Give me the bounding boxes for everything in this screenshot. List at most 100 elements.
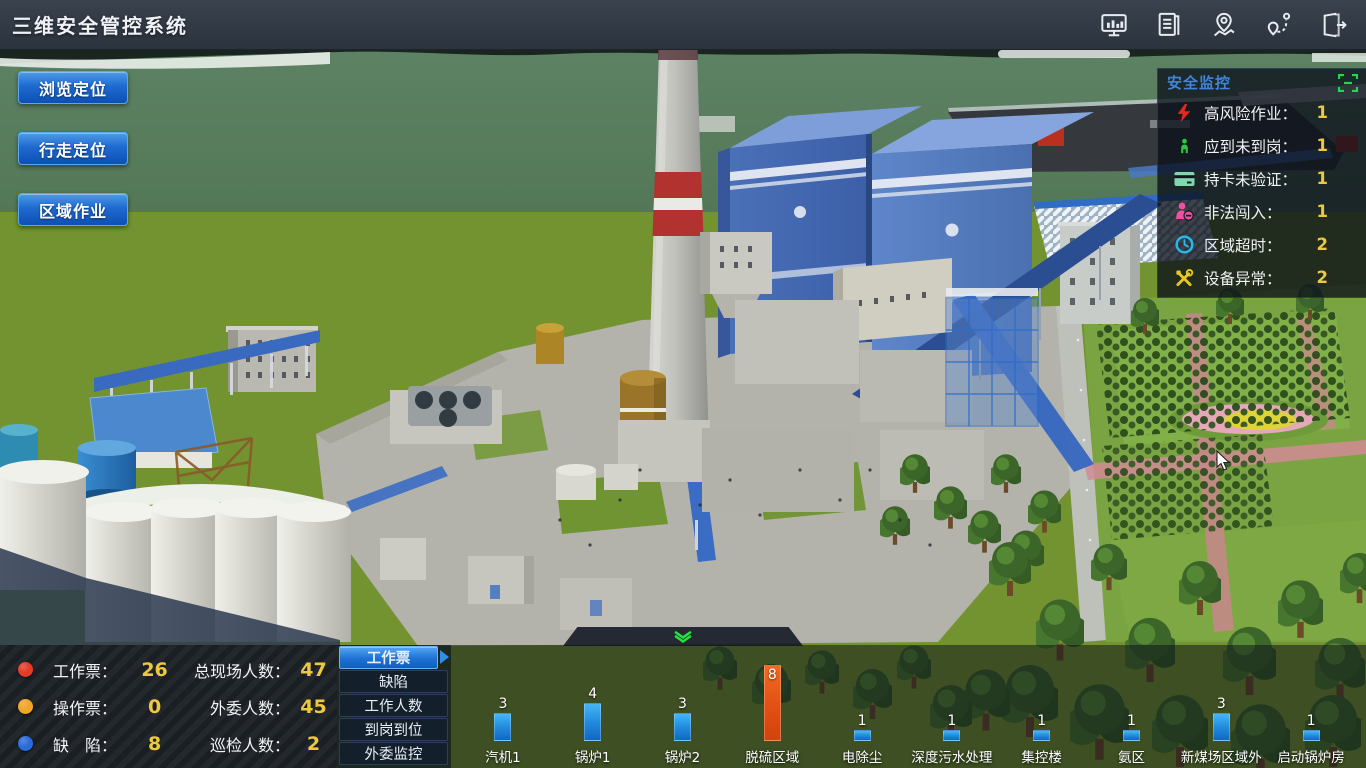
stats-label: 工作票： (53, 658, 130, 682)
bar-category-label: 新煤场区域外 (1181, 746, 1262, 764)
bar-value-label: 1 (947, 713, 956, 729)
tab-工作人数[interactable]: 工作人数 (339, 694, 448, 718)
safety-row-value: 1 (1317, 136, 1328, 155)
safety-row-value: 1 (1317, 202, 1328, 221)
site-stats-panel: 工作票：26总现场人数：47 操作票：0外委人数：45 缺 陷：8巡检人数：2 (0, 645, 337, 768)
bar-category-label: 启动锅炉房 (1277, 746, 1345, 764)
nav-button-3[interactable]: 区域作业 (18, 193, 128, 226)
bar-value-label: 1 (858, 713, 867, 729)
bar (943, 730, 960, 741)
stats-value: 26 (130, 659, 179, 681)
stats-label: 操作票： (53, 695, 130, 719)
clock-icon (1172, 234, 1196, 256)
tab-工作票[interactable]: 工作票 (339, 646, 438, 670)
lightning-icon (1172, 102, 1196, 124)
bar-value-label: 3 (498, 696, 507, 712)
bar-value-label: 4 (588, 686, 597, 702)
nav-button-1[interactable]: 浏览定位 (18, 71, 128, 104)
report-icon[interactable] (1153, 9, 1185, 41)
app-window: 三维安全管控系统 (0, 0, 1366, 768)
bar-value-label: 8 (765, 667, 780, 683)
bar (584, 703, 601, 741)
chart-bar-集控楼[interactable]: 1 集控楼 (997, 650, 1087, 764)
stats-row: 缺 陷：8巡检人数：2 (0, 727, 337, 761)
chart-bar-汽机1[interactable]: 3汽机1 (458, 650, 548, 764)
tab-外委监控[interactable]: 外委监控 (339, 742, 448, 766)
bar-category-label: 电除尘 (842, 746, 883, 764)
bar (494, 713, 511, 742)
status-dot (18, 736, 33, 751)
stats-row: 工作票：26总现场人数：47 (0, 653, 337, 687)
safety-row: 应到未到岗：1 (1158, 129, 1366, 162)
bar (1033, 730, 1050, 741)
bar-category-label: 锅炉1 (575, 746, 611, 764)
chart-bar-脱硫区域[interactable]: 8 脱硫区域 (727, 650, 817, 764)
chart-bar-新煤场区域外[interactable]: 3 新煤场区域外 (1176, 650, 1266, 764)
card-icon (1172, 168, 1196, 190)
map-locate-icon[interactable] (1208, 9, 1240, 41)
area-bar-chart: 3汽机1 4 锅炉1 3 锅炉2 8 脱硫区域 1 电除尘 1 深度污水处理 1 集控楼 1 氨区 3 新煤场区… (458, 650, 1356, 764)
bar-value-label: 1 (1127, 713, 1136, 729)
bar (854, 730, 871, 741)
stats-label: 外委人数： (179, 695, 290, 719)
tools-icon (1172, 267, 1196, 289)
tab-到岗到位[interactable]: 到岗到位 (339, 718, 448, 742)
chart-bar-氨区[interactable]: 1 氨区 (1087, 650, 1177, 764)
bar: 8 (764, 665, 781, 741)
left-nav: 浏览定位行走定位区域作业 (18, 71, 128, 240)
bar-value-label: 1 (1307, 713, 1316, 729)
stats-value: 0 (130, 696, 179, 718)
chart-bar-锅炉1[interactable]: 4 锅炉1 (548, 650, 638, 764)
exit-icon[interactable] (1318, 9, 1350, 41)
scan-expand-icon[interactable] (1338, 74, 1358, 92)
safety-panel-header: 安全监控 (1158, 69, 1366, 96)
person-icon (1172, 135, 1196, 157)
safety-row: 设备异常：2 (1158, 261, 1366, 294)
bar-category-label: 深度污水处理 (911, 746, 992, 764)
safety-panel-title: 安全监控 (1167, 72, 1231, 93)
safety-row-value: 1 (1317, 103, 1328, 122)
safety-row-value: 2 (1317, 235, 1328, 254)
safety-monitor-panel: 安全监控 高风险作业：1应到未到岗：1持卡未验证：1非法闯入：1区域超时：2设备… (1157, 68, 1366, 298)
bar (674, 713, 691, 742)
bar-category-label: 氨区 (1118, 746, 1145, 764)
bar-value-label: 3 (678, 696, 687, 712)
safety-row-label: 设备异常： (1204, 267, 1317, 289)
intruder-icon (1172, 201, 1196, 223)
chart-bar-电除尘[interactable]: 1 电除尘 (817, 650, 907, 764)
stats-label: 巡检人数： (179, 732, 290, 756)
header-bar: 三维安全管控系统 (0, 0, 1366, 50)
stats-value: 2 (290, 733, 337, 755)
safety-row-label: 高风险作业： (1204, 102, 1317, 124)
chart-bar-启动锅炉房[interactable]: 1 启动锅炉房 (1266, 650, 1356, 764)
stats-value: 45 (290, 696, 337, 718)
safety-row-label: 非法闯入： (1204, 201, 1317, 223)
safety-row-value: 2 (1317, 268, 1328, 287)
safety-row: 持卡未验证：1 (1158, 162, 1366, 195)
safety-row-label: 持卡未验证： (1204, 168, 1317, 190)
monitor-stats-icon[interactable] (1098, 9, 1130, 41)
safety-row-value: 1 (1317, 169, 1328, 188)
bottom-panel-collapse-handle[interactable] (563, 627, 803, 646)
bar-category-label: 集控楼 (1021, 746, 1062, 764)
status-dot (18, 662, 33, 677)
chart-bar-深度污水处理[interactable]: 1 深度污水处理 (907, 650, 997, 764)
route-track-icon[interactable] (1263, 9, 1295, 41)
chevron-down-icon (673, 631, 693, 643)
bar-category-label: 锅炉2 (665, 746, 701, 764)
bar (1303, 730, 1320, 741)
safety-row-label: 应到未到岗： (1204, 135, 1317, 157)
active-tab-arrow-icon (440, 650, 449, 664)
safety-row: 非法闯入：1 (1158, 195, 1366, 228)
chart-bar-锅炉2[interactable]: 3 锅炉2 (638, 650, 728, 764)
bar-value-label: 3 (1217, 696, 1226, 712)
tab-缺陷[interactable]: 缺陷 (339, 670, 448, 694)
nav-button-2[interactable]: 行走定位 (18, 132, 128, 165)
bar (1123, 730, 1140, 741)
stats-value: 47 (290, 659, 337, 681)
bottom-tabs: 工作票缺陷工作人数到岗到位外委监控 (337, 645, 451, 768)
bar-category-label: 脱硫区域 (745, 746, 799, 764)
bar-value-label: 1 (1037, 713, 1046, 729)
stats-label: 缺 陷： (53, 732, 130, 756)
header-icon-group (1098, 9, 1366, 41)
